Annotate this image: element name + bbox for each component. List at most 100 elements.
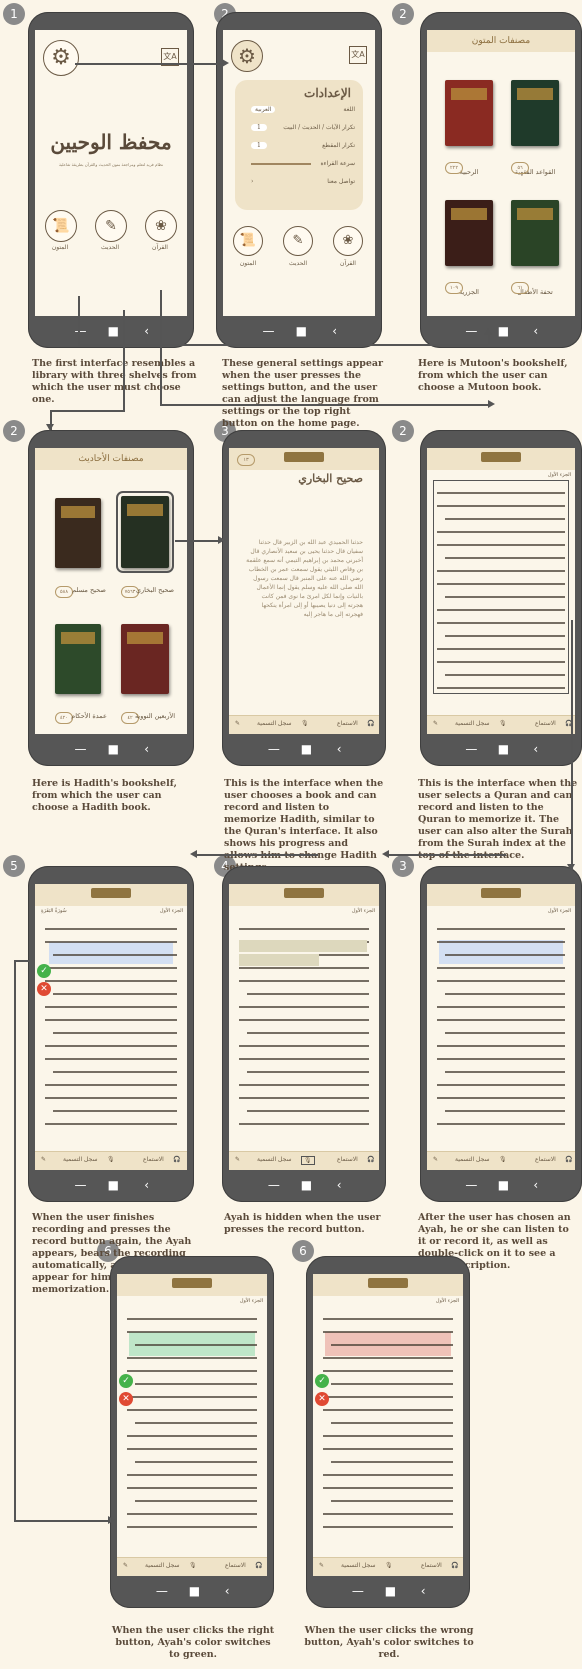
- ayah-text-line[interactable]: [127, 1513, 257, 1515]
- ayah-text-line[interactable]: [239, 928, 369, 930]
- ayah-text-line[interactable]: [437, 505, 565, 507]
- ayah-text-line[interactable]: [437, 622, 565, 624]
- ayah-text-line[interactable]: [437, 544, 565, 546]
- book-cover[interactable]: [511, 80, 559, 146]
- ayah-text-line[interactable]: [239, 1058, 369, 1060]
- ayah-text-line[interactable]: [127, 1357, 257, 1359]
- ayah-text-line[interactable]: [127, 1331, 257, 1333]
- ayah-text-line[interactable]: [239, 1097, 369, 1099]
- ayah-text-line[interactable]: [445, 635, 565, 637]
- ayah-text-line[interactable]: [331, 1422, 453, 1424]
- ayah-text-line[interactable]: [437, 928, 565, 930]
- record-button[interactable]: 🎙: [499, 720, 507, 727]
- headphones-icon[interactable]: 🎧: [451, 1562, 458, 1569]
- ayah-text-line[interactable]: [437, 1123, 565, 1125]
- ayah-text-line[interactable]: [53, 954, 177, 956]
- settings-row[interactable]: تواصل معنا ›: [243, 178, 355, 187]
- ayah-text-line[interactable]: [323, 1331, 453, 1333]
- ayah-text-line[interactable]: [331, 1344, 453, 1346]
- record-button[interactable]: 🎙: [189, 1562, 197, 1569]
- ayah-text-line[interactable]: [437, 1084, 565, 1086]
- ayah-text-line[interactable]: [239, 1123, 369, 1125]
- ayah-text-line[interactable]: [127, 1448, 257, 1450]
- ayah-text-line[interactable]: [247, 1110, 369, 1112]
- ayah-text-line[interactable]: [331, 1461, 453, 1463]
- book-cover[interactable]: [116, 491, 174, 573]
- ayah-text-line[interactable]: [323, 1435, 453, 1437]
- book-cover[interactable]: [445, 80, 493, 146]
- listen-button[interactable]: الاستماع: [535, 720, 556, 727]
- book-cover[interactable]: [511, 200, 559, 266]
- ayah-text-line[interactable]: [445, 1071, 565, 1073]
- correct-button[interactable]: ✓: [315, 1374, 329, 1388]
- ayah-text-line[interactable]: [323, 1357, 453, 1359]
- quran-text[interactable]: [437, 924, 565, 1134]
- ayah-text-line[interactable]: [45, 928, 177, 930]
- ayah-text-line[interactable]: [331, 1500, 453, 1502]
- wrong-button[interactable]: ✕: [119, 1392, 133, 1406]
- ayah-text-line[interactable]: [247, 993, 369, 995]
- edit-icon[interactable]: ✎: [235, 720, 240, 727]
- ayah-text-line[interactable]: [53, 993, 177, 995]
- ayah-text-line[interactable]: [127, 1474, 257, 1476]
- ayah-text-line[interactable]: [247, 1071, 369, 1073]
- record-button[interactable]: 🎙: [301, 1156, 315, 1165]
- headphones-icon[interactable]: 🎧: [565, 1156, 572, 1163]
- book-cover[interactable]: [121, 624, 169, 694]
- listen-button[interactable]: الاستماع: [535, 1156, 556, 1163]
- ayah-text-line[interactable]: [437, 1006, 565, 1008]
- ayah-text-line[interactable]: [437, 583, 565, 585]
- edit-icon[interactable]: ✎: [433, 1156, 438, 1163]
- ayah-text-line[interactable]: [437, 980, 565, 982]
- listen-button[interactable]: الاستماع: [337, 1156, 358, 1163]
- ayah-text-line[interactable]: [135, 1383, 257, 1385]
- hadith-shelf-button[interactable]: ✎: [283, 226, 313, 256]
- record-button[interactable]: 🎙: [385, 1562, 393, 1569]
- ayah-text-line[interactable]: [323, 1487, 453, 1489]
- ayah-text-line[interactable]: [127, 1526, 257, 1528]
- correct-button[interactable]: ✓: [37, 964, 51, 978]
- ayah-text-line[interactable]: [323, 1474, 453, 1476]
- ayah-text-line[interactable]: [239, 980, 369, 982]
- ayah-text-line[interactable]: [437, 941, 565, 943]
- edit-icon[interactable]: ✎: [433, 720, 438, 727]
- hadith-text[interactable]: حدثنا الحميدي عبد الله بن الزبير قال حدث…: [245, 538, 363, 619]
- listen-button[interactable]: الاستماع: [337, 720, 358, 727]
- hadith-shelf-button[interactable]: ✎: [95, 210, 127, 242]
- ayah-text-line[interactable]: [331, 1383, 453, 1385]
- ayah-text-line[interactable]: [437, 1045, 565, 1047]
- gear-icon[interactable]: ⚙: [43, 40, 79, 76]
- ayah-text-line[interactable]: [45, 1045, 177, 1047]
- ayah-text-line[interactable]: [53, 1110, 177, 1112]
- ayah-text-line[interactable]: [445, 1110, 565, 1112]
- settings-row[interactable]: سرعة القراءة: [243, 160, 355, 169]
- ayah-text-line[interactable]: [437, 661, 565, 663]
- ayah-text-line[interactable]: [323, 1409, 453, 1411]
- settings-row[interactable]: اللغة العربية: [243, 106, 355, 115]
- index-button[interactable]: سجل التسمية: [63, 1156, 98, 1163]
- ayah-text-line[interactable]: [247, 1032, 369, 1034]
- correct-button[interactable]: ✓: [119, 1374, 133, 1388]
- ayah-text-line[interactable]: [53, 1071, 177, 1073]
- record-button[interactable]: 🎙: [301, 720, 309, 727]
- index-button[interactable]: سجل التسمية: [257, 720, 292, 727]
- wrong-button[interactable]: ✕: [37, 982, 51, 996]
- listen-button[interactable]: الاستماع: [143, 1156, 164, 1163]
- quran-text[interactable]: [45, 924, 177, 1134]
- ayah-text-line[interactable]: [437, 967, 565, 969]
- ayah-text-line[interactable]: [239, 1084, 369, 1086]
- ayah-text-line[interactable]: [45, 967, 177, 969]
- ayah-text-line[interactable]: [45, 941, 177, 943]
- wrong-button[interactable]: ✕: [315, 1392, 329, 1406]
- edit-icon[interactable]: ✎: [319, 1562, 324, 1569]
- gear-icon[interactable]: ⚙: [231, 40, 263, 72]
- headphones-icon[interactable]: 🎧: [367, 1156, 374, 1163]
- ayah-text-line[interactable]: [239, 967, 369, 969]
- index-button[interactable]: سجل التسمية: [455, 720, 490, 727]
- settings-row[interactable]: تكرار الآيات / الحديث / البيت 1: [243, 124, 355, 133]
- quran-text[interactable]: [127, 1314, 257, 1534]
- mutoon-shelf-button[interactable]: 📜: [45, 210, 77, 242]
- ayah-text-line[interactable]: [323, 1396, 453, 1398]
- quran-shelf-button[interactable]: ❀: [145, 210, 177, 242]
- ayah-text-line[interactable]: [45, 980, 177, 982]
